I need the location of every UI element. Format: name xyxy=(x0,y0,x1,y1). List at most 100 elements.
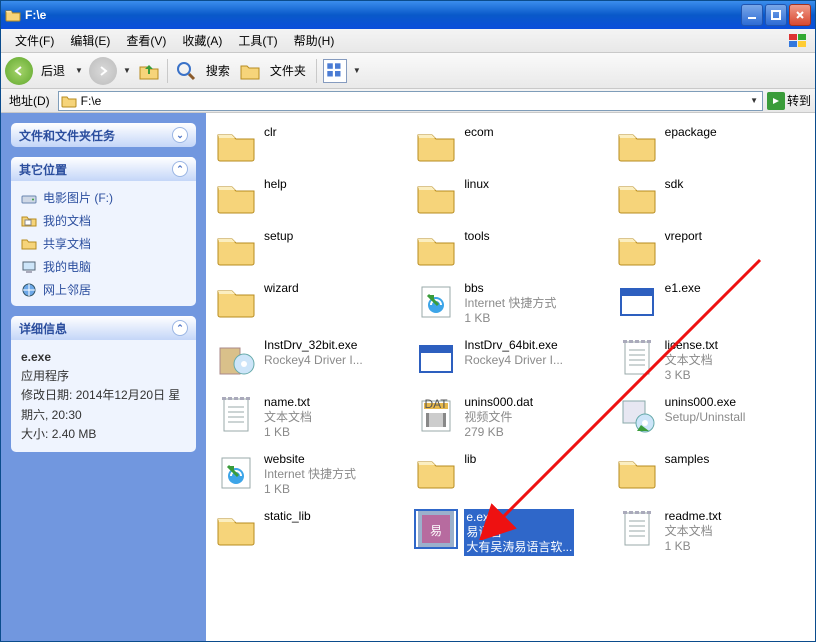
file-item[interactable]: ecom xyxy=(412,123,608,167)
sidebar-place-link[interactable]: 电影图片 (F:) xyxy=(21,189,186,206)
file-item[interactable]: license.txt文本文档3 KB xyxy=(613,336,809,385)
file-item[interactable]: bbsInternet 快捷方式1 KB xyxy=(412,279,608,328)
close-button[interactable] xyxy=(789,4,811,26)
file-item[interactable]: unins000.exeSetup/Uninstall xyxy=(613,393,809,442)
menu-file[interactable]: 文件(F) xyxy=(7,30,62,51)
places-panel-body: 电影图片 (F:) 我的文档共享文档我的电脑网上邻居 xyxy=(11,181,196,306)
forward-dropdown[interactable]: ▼ xyxy=(121,66,133,75)
body: 文件和文件夹任务 ⌄ 其它位置 ⌃ 电影图片 (F:) 我的文档共享文档我的电脑网… xyxy=(1,113,815,641)
chevron-down-icon[interactable]: ⌄ xyxy=(172,127,188,143)
folders-icon[interactable] xyxy=(238,59,262,83)
menu-help[interactable]: 帮助(H) xyxy=(286,30,343,51)
file-item[interactable]: vreport xyxy=(613,227,809,271)
details-panel-title: 详细信息 xyxy=(19,320,67,337)
separator xyxy=(316,59,317,83)
back-button[interactable] xyxy=(5,57,33,85)
views-dropdown[interactable]: ▼ xyxy=(351,66,363,75)
file-sub: 文本文档 xyxy=(264,410,312,425)
forward-button[interactable] xyxy=(89,57,117,85)
drive-icon xyxy=(21,190,37,206)
file-item[interactable]: DATunins000.dat视频文件279 KB xyxy=(412,393,608,442)
folder-icon xyxy=(5,7,21,23)
app-window-icon xyxy=(615,281,659,321)
search-icon[interactable] xyxy=(174,59,198,83)
chevron-up-icon[interactable]: ⌃ xyxy=(172,320,188,336)
file-item[interactable]: name.txt文本文档1 KB xyxy=(212,393,408,442)
file-item[interactable]: sdk xyxy=(613,175,809,219)
file-sub: 1 KB xyxy=(665,539,722,554)
back-dropdown[interactable]: ▼ xyxy=(73,66,85,75)
file-name: help xyxy=(264,177,287,192)
sidebar-place-link[interactable]: 网上邻居 xyxy=(21,281,186,298)
search-label[interactable]: 搜索 xyxy=(202,62,234,79)
menu-tools[interactable]: 工具(T) xyxy=(230,30,285,51)
file-sub: 易语言 xyxy=(466,525,572,540)
file-item[interactable]: static_lib xyxy=(212,507,408,558)
svg-text:易: 易 xyxy=(430,524,442,538)
details-type: 应用程序 xyxy=(21,367,186,386)
sidebar-place-label: 电影图片 (F:) xyxy=(43,189,113,206)
details-name: e.exe xyxy=(21,348,186,367)
file-sub: 1 KB xyxy=(264,482,356,497)
views-button[interactable] xyxy=(323,59,347,83)
menu-view[interactable]: 查看(V) xyxy=(118,30,174,51)
folder-icon xyxy=(214,281,258,321)
file-item[interactable]: websiteInternet 快捷方式1 KB xyxy=(212,450,408,499)
file-item[interactable]: wizard xyxy=(212,279,408,328)
details-modified: 修改日期: 2014年12月20日 星期六, 20:30 xyxy=(21,386,186,424)
folder-icon xyxy=(214,125,258,165)
sidebar-place-link[interactable]: 我的文档 xyxy=(21,212,186,229)
file-item[interactable]: e1.exe xyxy=(613,279,809,328)
separator xyxy=(167,59,168,83)
up-button[interactable] xyxy=(137,59,161,83)
file-item[interactable]: epackage xyxy=(613,123,809,167)
file-item[interactable]: readme.txt文本文档1 KB xyxy=(613,507,809,558)
file-item[interactable]: linux xyxy=(412,175,608,219)
menu-edit[interactable]: 编辑(E) xyxy=(62,30,118,51)
file-list[interactable]: clrecomepackage help linux sdk setuptoolsvre… xyxy=(206,113,815,641)
go-button[interactable]: 转到 xyxy=(767,92,811,110)
address-input[interactable] xyxy=(81,94,744,108)
places-panel-header[interactable]: 其它位置 ⌃ xyxy=(11,157,196,181)
file-name: lib xyxy=(464,452,476,467)
sidebar-place-link[interactable]: 共享文档 xyxy=(21,235,186,252)
titlebar[interactable]: F:\e xyxy=(1,1,815,29)
file-sub: 1 KB xyxy=(464,311,556,326)
file-item[interactable]: InstDrv_64bit.exeRockey4 Driver I... xyxy=(412,336,608,385)
uninstall-icon xyxy=(615,395,659,435)
folder-icon xyxy=(214,229,258,269)
txt-icon xyxy=(615,509,659,549)
file-name: InstDrv_64bit.exe xyxy=(464,338,563,353)
file-item[interactable]: lib xyxy=(412,450,608,499)
folder-icon xyxy=(615,177,659,217)
file-item[interactable]: samples xyxy=(613,450,809,499)
details-panel-header[interactable]: 详细信息 ⌃ xyxy=(11,316,196,340)
menu-favorites[interactable]: 收藏(A) xyxy=(174,30,230,51)
file-item[interactable]: help xyxy=(212,175,408,219)
file-item[interactable]: InstDrv_32bit.exeRockey4 Driver I... xyxy=(212,336,408,385)
file-name: static_lib xyxy=(264,509,311,524)
file-item[interactable]: 易e.exe易语言大有吴涛易语言软... xyxy=(412,507,608,558)
file-item[interactable]: setup xyxy=(212,227,408,271)
file-item[interactable]: clr xyxy=(212,123,408,167)
tasks-panel-header[interactable]: 文件和文件夹任务 ⌄ xyxy=(11,123,196,147)
sidebar-place-label: 共享文档 xyxy=(43,235,91,252)
toolbar: 后退 ▼ ▼ 搜索 文件夹 ▼ xyxy=(1,53,815,89)
details-panel-body: e.exe 应用程序 修改日期: 2014年12月20日 星期六, 20:30 … xyxy=(11,340,196,452)
go-icon xyxy=(767,92,785,110)
computer-icon xyxy=(21,259,37,275)
address-dropdown[interactable]: ▼ xyxy=(748,96,760,105)
folders-label[interactable]: 文件夹 xyxy=(266,62,310,79)
minimize-button[interactable] xyxy=(741,4,763,26)
address-input-wrapper[interactable]: ▼ xyxy=(58,91,763,111)
chevron-up-icon[interactable]: ⌃ xyxy=(172,161,188,177)
sidebar-place-link[interactable]: 我的电脑 xyxy=(21,258,186,275)
file-name: linux xyxy=(464,177,489,192)
weblink-icon xyxy=(214,452,258,492)
file-item[interactable]: tools xyxy=(412,227,608,271)
back-label[interactable]: 后退 xyxy=(37,62,69,79)
file-sub: Internet 快捷方式 xyxy=(264,467,356,482)
file-name: InstDrv_32bit.exe xyxy=(264,338,363,353)
maximize-button[interactable] xyxy=(765,4,787,26)
file-name: sdk xyxy=(665,177,684,192)
